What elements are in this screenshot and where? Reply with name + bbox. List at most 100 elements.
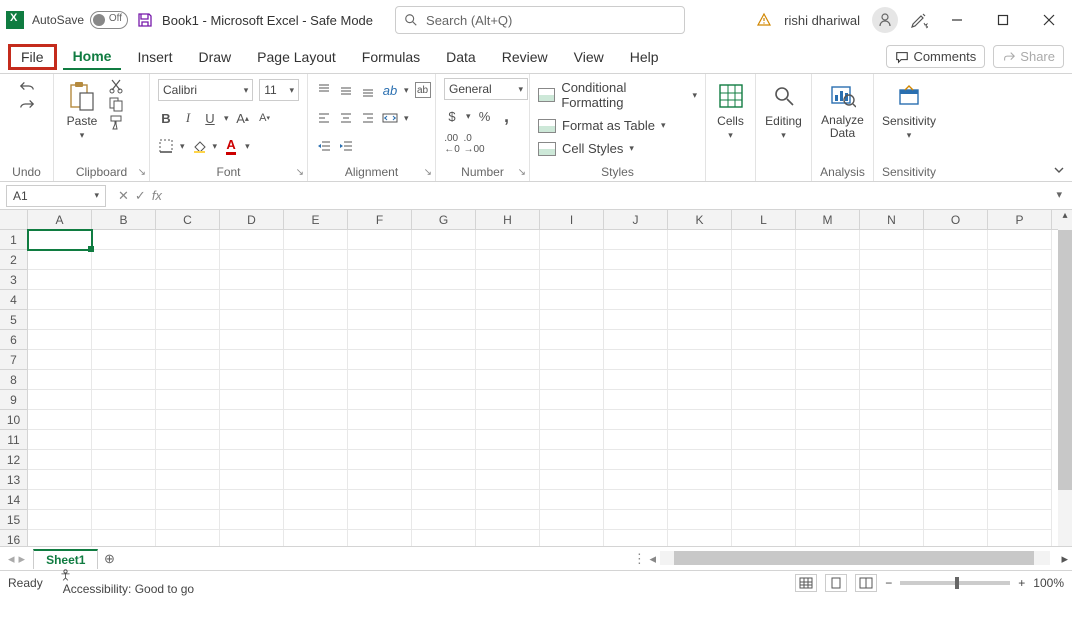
font-name-select[interactable]: Calibri▾ (158, 79, 253, 101)
cell[interactable] (604, 330, 668, 350)
column-header[interactable]: G (412, 210, 476, 229)
analyze-data-button[interactable]: Analyze Data (820, 78, 865, 142)
cell[interactable] (284, 510, 348, 530)
cell[interactable] (604, 450, 668, 470)
column-header[interactable]: L (732, 210, 796, 229)
merge-center-button[interactable] (382, 110, 398, 126)
cell[interactable] (604, 250, 668, 270)
cell[interactable] (284, 290, 348, 310)
cell[interactable] (412, 310, 476, 330)
align-middle-button[interactable] (338, 82, 354, 98)
cell[interactable] (796, 330, 860, 350)
cell[interactable] (540, 230, 604, 250)
cell[interactable] (604, 430, 668, 450)
tab-view[interactable]: View (564, 45, 614, 69)
cell[interactable] (924, 250, 988, 270)
cell[interactable] (988, 270, 1052, 290)
cell[interactable] (988, 290, 1052, 310)
font-color-button[interactable]: A (223, 138, 239, 154)
row-header[interactable]: 4 (0, 290, 28, 310)
cell[interactable] (796, 310, 860, 330)
cell[interactable] (668, 310, 732, 330)
cell[interactable] (604, 490, 668, 510)
cell[interactable] (988, 430, 1052, 450)
font-launcher-icon[interactable]: ↘ (296, 167, 304, 178)
scroll-up-icon[interactable]: ▴ (1058, 210, 1072, 230)
cell[interactable] (284, 390, 348, 410)
cell[interactable] (412, 330, 476, 350)
cell[interactable] (220, 390, 284, 410)
cell[interactable] (604, 390, 668, 410)
cell[interactable] (476, 470, 540, 490)
cell[interactable] (156, 330, 220, 350)
orientation-button[interactable]: ab (382, 82, 398, 98)
cell[interactable] (156, 530, 220, 546)
cell[interactable] (28, 270, 92, 290)
cell[interactable] (604, 290, 668, 310)
tab-home[interactable]: Home (63, 44, 122, 70)
paste-button[interactable]: Paste ▾ (62, 78, 102, 143)
cell[interactable] (860, 410, 924, 430)
cell[interactable] (732, 370, 796, 390)
cell[interactable] (92, 510, 156, 530)
cell[interactable] (412, 430, 476, 450)
cell[interactable] (540, 250, 604, 270)
tab-formulas[interactable]: Formulas (352, 45, 430, 69)
cell[interactable] (540, 450, 604, 470)
row-header[interactable]: 10 (0, 410, 28, 430)
page-break-view-button[interactable] (855, 574, 877, 592)
scroll-right-icon[interactable]: ▸ (1061, 551, 1068, 567)
cell[interactable] (860, 530, 924, 546)
cell[interactable] (220, 330, 284, 350)
cell[interactable] (28, 430, 92, 450)
cell[interactable] (284, 490, 348, 510)
column-header[interactable]: K (668, 210, 732, 229)
cell[interactable] (476, 490, 540, 510)
cell[interactable] (412, 370, 476, 390)
cell[interactable] (348, 230, 412, 250)
cell[interactable] (348, 350, 412, 370)
cell[interactable] (348, 490, 412, 510)
comma-button[interactable]: , (499, 108, 515, 124)
cell[interactable] (668, 430, 732, 450)
undo-button[interactable] (19, 78, 35, 94)
cell[interactable] (28, 350, 92, 370)
cell[interactable] (540, 310, 604, 330)
cell[interactable] (860, 350, 924, 370)
cell[interactable] (860, 270, 924, 290)
cell[interactable] (348, 530, 412, 546)
row-header[interactable]: 14 (0, 490, 28, 510)
cell[interactable] (220, 230, 284, 250)
cell[interactable] (348, 450, 412, 470)
cell[interactable] (860, 390, 924, 410)
cell[interactable] (540, 410, 604, 430)
sheet-tab-sheet1[interactable]: Sheet1 (33, 549, 98, 569)
cell[interactable] (668, 330, 732, 350)
cell[interactable] (988, 390, 1052, 410)
cell[interactable] (92, 370, 156, 390)
format-painter-button[interactable] (108, 114, 124, 130)
cell[interactable] (604, 530, 668, 546)
cell[interactable] (92, 470, 156, 490)
cell[interactable] (92, 410, 156, 430)
row-header[interactable]: 7 (0, 350, 28, 370)
cell[interactable] (668, 510, 732, 530)
cell[interactable] (988, 310, 1052, 330)
normal-view-button[interactable] (795, 574, 817, 592)
cell[interactable] (476, 310, 540, 330)
cell[interactable] (988, 370, 1052, 390)
cell[interactable] (668, 390, 732, 410)
font-size-select[interactable]: 11▾ (259, 79, 299, 101)
percent-button[interactable]: % (477, 108, 493, 124)
cell[interactable] (348, 270, 412, 290)
cell[interactable] (348, 390, 412, 410)
cells-button[interactable]: Cells▾ (714, 78, 747, 143)
column-header[interactable]: H (476, 210, 540, 229)
ribbon-collapse-icon[interactable] (1052, 163, 1066, 177)
sensitivity-button[interactable]: Sensitivity▾ (882, 78, 936, 143)
cell[interactable] (28, 490, 92, 510)
cell[interactable] (988, 330, 1052, 350)
cell[interactable] (412, 270, 476, 290)
zoom-out-button[interactable]: − (885, 576, 892, 590)
cut-button[interactable] (108, 78, 124, 94)
